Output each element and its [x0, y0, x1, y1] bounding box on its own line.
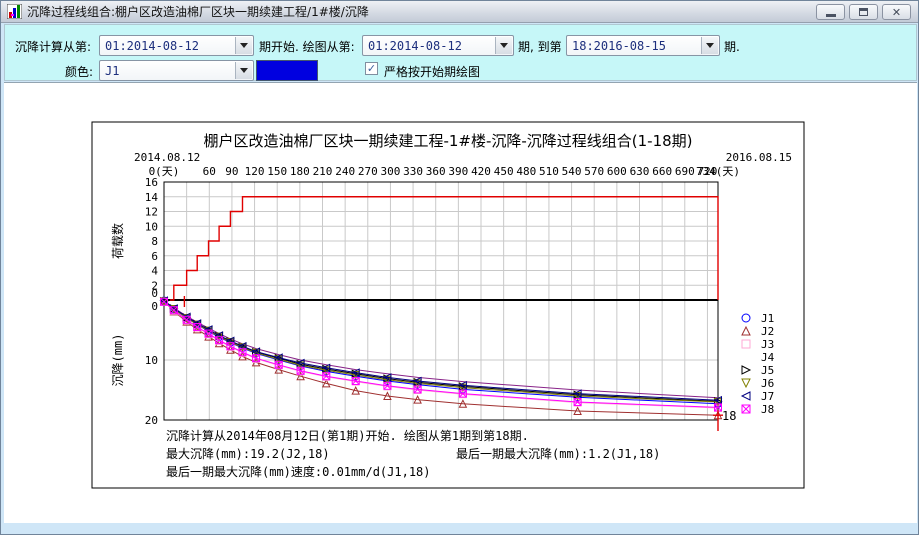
svg-text:540: 540	[562, 165, 582, 178]
svg-text:8: 8	[151, 235, 158, 248]
chart-notes: 沉降计算从2014年08月12日(第1期)开始. 绘图从第1期到第18期. 最大沉…	[166, 428, 660, 479]
svg-text:450: 450	[494, 165, 514, 178]
load-step-line	[170, 197, 718, 300]
combo-draw-to-value: 18:2016-08-15	[572, 39, 666, 53]
load-axis-labels: 1614121086420	[145, 176, 159, 300]
chevron-down-icon[interactable]	[235, 37, 252, 54]
close-icon: ✕	[892, 7, 901, 18]
svg-text:330: 330	[403, 165, 423, 178]
restore-icon	[859, 8, 868, 16]
svg-text:600: 600	[607, 165, 627, 178]
svg-text:60: 60	[203, 165, 216, 178]
app-icon	[7, 4, 22, 19]
window-title: 沉降过程线组合:棚户区改造油棉厂区块一期续建工程/1#楼/沉降	[27, 3, 369, 20]
legend-label-J3: J3	[761, 338, 774, 351]
combo-draw-from-value: 01:2014-08-12	[368, 39, 462, 53]
restore-button[interactable]	[849, 4, 878, 20]
series-J6	[161, 298, 722, 406]
titlebar: 沉降过程线组合:棚户区改造油棉厂区块一期续建工程/1#楼/沉降 ✕	[1, 1, 918, 23]
svg-text:390: 390	[448, 165, 468, 178]
svg-text:120: 120	[245, 165, 265, 178]
svg-text:20: 20	[145, 414, 158, 427]
combo-color-point[interactable]: J1	[99, 60, 254, 81]
svg-text:0: 0	[151, 300, 158, 313]
series-J8	[161, 298, 722, 411]
chevron-down-icon[interactable]	[495, 37, 512, 54]
check-icon: ✓	[367, 63, 376, 74]
svg-text:180: 180	[290, 165, 310, 178]
svg-text:734(天): 734(天)	[696, 165, 740, 178]
svg-text:10: 10	[145, 354, 158, 367]
legend-label-J1: J1	[761, 312, 774, 325]
chevron-down-icon[interactable]	[701, 37, 718, 54]
legend-label-J6: J6	[761, 377, 774, 390]
legend-label-J7: J7	[761, 390, 774, 403]
chart-root: 棚户区改造油棉厂区块一期续建工程-1#楼-沉降-沉降过程线组合(1-18期)20…	[92, 122, 804, 488]
legend-label-J4: J4	[761, 351, 775, 364]
legend-label-J8: J8	[761, 403, 774, 416]
settle-axis-title: 沉降(mm)	[111, 334, 125, 387]
svg-text:420: 420	[471, 165, 491, 178]
label-period-start: 期开始. 绘图从第:	[259, 38, 355, 55]
strict-start-checkbox-label: 严格按开始期绘图	[384, 63, 480, 80]
series-J2	[161, 298, 722, 419]
strict-start-checkbox[interactable]: ✓	[365, 62, 378, 75]
svg-text:16: 16	[145, 176, 158, 189]
svg-text:14: 14	[145, 191, 159, 204]
chart-canvas: 棚户区改造油棉厂区块一期续建工程-1#楼-沉降-沉降过程线组合(1-18期)20…	[4, 83, 917, 524]
legend-label-J2: J2	[761, 325, 774, 338]
svg-text:630: 630	[630, 165, 650, 178]
svg-text:510: 510	[539, 165, 559, 178]
settle-axis-labels: 0 10 20	[145, 300, 158, 427]
toolbar: 沉降计算从第: 01:2014-08-12 期开始. 绘图从第: 01:2014…	[4, 24, 917, 81]
chart-date-end: 2016.08.15	[726, 151, 792, 164]
label-to-period: 期, 到第	[518, 38, 562, 55]
legend-label-J5: J5	[761, 364, 774, 377]
svg-text:12: 12	[145, 206, 158, 219]
minimize-button[interactable]	[816, 4, 845, 20]
note-last-period-rate: 最后一期最大沉降(mm)速度:0.01mm/d(J1,18)	[166, 464, 431, 479]
load-axis-title: 荷载数	[110, 223, 125, 259]
color-swatch[interactable]	[256, 60, 318, 81]
svg-text:660: 660	[652, 165, 672, 178]
legend: J1J2J3J4J5J6J7J8	[742, 312, 775, 416]
combo-color-point-value: J1	[105, 64, 119, 78]
svg-text:690: 690	[675, 165, 695, 178]
label-color: 颜色:	[65, 63, 93, 80]
combo-calc-from-period[interactable]: 01:2014-08-12	[99, 35, 254, 56]
x-axis-labels: 0(天)609012015018021024027030033036039042…	[149, 165, 741, 178]
close-button[interactable]: ✕	[882, 4, 911, 20]
label-period-end: 期.	[724, 38, 740, 55]
chart-panel: 棚户区改造油棉厂区块一期续建工程-1#楼-沉降-沉降过程线组合(1-18期)20…	[4, 82, 917, 523]
svg-text:240: 240	[335, 165, 355, 178]
svg-text:300: 300	[380, 165, 400, 178]
note-max-settlement: 最大沉降(mm):19.2(J2,18)	[166, 447, 330, 461]
chart-title: 棚户区改造油棉厂区块一期续建工程-1#楼-沉降-沉降过程线组合(1-18期)	[203, 132, 692, 150]
combo-calc-from-value: 01:2014-08-12	[105, 39, 199, 53]
chart-date-start: 2014.08.12	[134, 151, 200, 164]
svg-text:270: 270	[358, 165, 378, 178]
label-calc-from: 沉降计算从第:	[15, 38, 91, 55]
svg-text:4: 4	[151, 265, 158, 278]
svg-text:150: 150	[267, 165, 287, 178]
series-J1	[161, 297, 722, 407]
end-period-label: 18	[722, 409, 736, 423]
svg-text:480: 480	[516, 165, 536, 178]
svg-text:360: 360	[426, 165, 446, 178]
svg-text:10: 10	[145, 220, 158, 233]
combo-draw-from-period[interactable]: 01:2014-08-12	[362, 35, 514, 56]
svg-text:570: 570	[584, 165, 604, 178]
chevron-down-icon[interactable]	[235, 62, 252, 79]
svg-text:6: 6	[151, 250, 158, 263]
minimize-icon	[826, 14, 836, 17]
combo-draw-to-period[interactable]: 18:2016-08-15	[566, 35, 720, 56]
svg-text:0: 0	[151, 287, 158, 300]
svg-text:90: 90	[225, 165, 238, 178]
note-line1: 沉降计算从2014年08月12日(第1期)开始. 绘图从第1期到第18期.	[166, 428, 529, 443]
svg-text:210: 210	[313, 165, 333, 178]
app-window: 沉降过程线组合:棚户区改造油棉厂区块一期续建工程/1#楼/沉降 ✕ 沉降计算从第…	[0, 0, 919, 535]
note-last-period-max: 最后一期最大沉降(mm):1.2(J1,18)	[456, 447, 660, 461]
